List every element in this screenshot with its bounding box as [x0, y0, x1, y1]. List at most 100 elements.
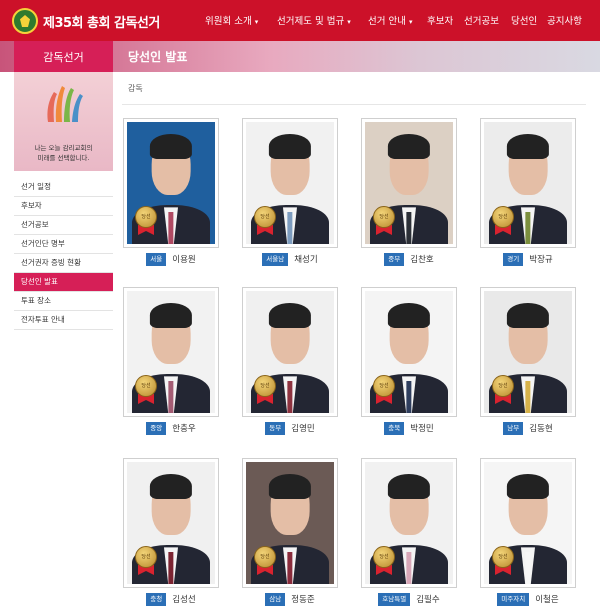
- winner-caption: 동부 김영민: [242, 420, 338, 436]
- winner-card[interactable]: 당선서울남 채성기: [242, 118, 338, 267]
- sidebar-item-electors-list[interactable]: 선거인단 명부: [14, 235, 113, 254]
- winner-card[interactable]: 당선서울 이용원: [123, 118, 219, 267]
- winner-card[interactable]: 당선충북 박정민: [361, 287, 457, 436]
- medal-disc: 당선: [135, 546, 157, 568]
- winner-card[interactable]: 당선충청 김성선: [123, 458, 219, 607]
- site-logo[interactable]: 제35회 총회 감독선거: [12, 6, 160, 36]
- region-badge: 호남특별: [378, 592, 411, 606]
- winner-medal-icon: 당선: [373, 375, 395, 405]
- winner-medal-icon: 당선: [492, 206, 514, 236]
- winner-medal-icon: 당선: [492, 546, 514, 576]
- winner-medal-icon: 당선: [135, 206, 157, 236]
- winner-photo: 당선: [484, 462, 572, 584]
- winner-photo: 당선: [127, 122, 215, 244]
- nav-item-candidates[interactable]: 후보자: [427, 13, 453, 27]
- sidebar-item-winners[interactable]: 당선인 발표: [14, 273, 113, 292]
- region-badge: 서울남: [262, 252, 289, 266]
- winner-medal-icon: 당선: [373, 546, 395, 576]
- winner-caption: 중부 김찬호: [361, 251, 457, 267]
- portrait-tie: [168, 381, 174, 413]
- winner-photo-frame: 당선: [480, 118, 576, 248]
- winner-photo-frame: 당선: [123, 458, 219, 588]
- medal-disc: 당선: [492, 375, 514, 397]
- winner-name: 정동준: [291, 595, 315, 605]
- medal-disc: 당선: [135, 206, 157, 228]
- winner-card[interactable]: 당선경기 박장규: [480, 118, 576, 267]
- winner-photo: 당선: [365, 291, 453, 413]
- sidebar-menu: 선거 일정 후보자 선거공보 선거인단 명부 선거권자 증빙 현황 당선인 발표…: [14, 178, 113, 330]
- winner-caption: 서울 이용원: [123, 251, 219, 267]
- medal-disc: 당선: [135, 375, 157, 397]
- portrait-tie: [287, 381, 293, 413]
- winner-caption: 충북 박정민: [361, 420, 457, 436]
- winner-photo: 당선: [246, 122, 334, 244]
- winner-card[interactable]: 당선동부 김영민: [242, 287, 338, 436]
- portrait-hair: [149, 303, 193, 328]
- sidebar-item-schedule[interactable]: 선거 일정: [14, 178, 113, 197]
- page-title: 당선인 발표: [128, 50, 188, 64]
- portrait-tie: [406, 212, 412, 244]
- medal-disc: 당선: [373, 206, 395, 228]
- portrait-tie: [168, 212, 174, 244]
- winner-name: 김찬호: [410, 255, 434, 265]
- winner-medal-icon: 당선: [254, 375, 276, 405]
- medal-disc: 당선: [254, 206, 276, 228]
- winner-card[interactable]: 당선중부 김찬호: [361, 118, 457, 267]
- logo-text: 제35회 총회 감독선거: [43, 15, 160, 31]
- portrait-tie: [168, 552, 174, 584]
- medal-disc: 당선: [492, 206, 514, 228]
- winner-photo: 당선: [127, 462, 215, 584]
- winner-photo-frame: 당선: [480, 458, 576, 588]
- winner-photo: 당선: [246, 291, 334, 413]
- winner-card[interactable]: 당선중앙 한충우: [123, 287, 219, 436]
- sidebar-item-bulletin[interactable]: 선거공보: [14, 216, 113, 235]
- winner-name: 채성기: [294, 255, 318, 265]
- winner-name: 김필수: [416, 595, 440, 605]
- portrait-hair: [268, 474, 312, 499]
- winner-photo: 당선: [484, 291, 572, 413]
- winner-caption: 미주자치 이철은: [480, 591, 576, 607]
- sidebar-item-candidates[interactable]: 후보자: [14, 197, 113, 216]
- region-badge: 중부: [384, 252, 405, 266]
- winner-photo: 당선: [246, 462, 334, 584]
- portrait-hair: [506, 474, 550, 499]
- emblem-icon: [12, 8, 38, 34]
- sidebar-item-e-voting[interactable]: 전자투표 안내: [14, 311, 113, 330]
- top-navigation-bar: 제35회 총회 감독선거 위원회 소개 ▾ 선거제도 및 법규 ▾ 선거 안내 ▾ 후…: [0, 0, 600, 41]
- winner-card[interactable]: 당선삼남 정동준: [242, 458, 338, 607]
- winner-caption: 삼남 정동준: [242, 591, 338, 607]
- winner-caption: 중앙 한충우: [123, 420, 219, 436]
- winner-card[interactable]: 당선미주자치 이철은: [480, 458, 576, 607]
- portrait-hair: [506, 134, 550, 159]
- nav-item-winners[interactable]: 당선인: [511, 13, 537, 27]
- winner-name: 박장규: [529, 255, 553, 265]
- winner-name: 김동현: [529, 424, 553, 434]
- region-badge: 삼남: [265, 592, 286, 606]
- winner-card[interactable]: 당선 남부 김동현: [480, 287, 576, 436]
- winner-card[interactable]: 당선호남특별 김필수: [361, 458, 457, 607]
- winner-name: 박정민: [410, 424, 434, 434]
- nav-item-election-system[interactable]: 선거제도 및 법규 ▾: [277, 13, 351, 27]
- winner-photo-frame: 당선: [123, 287, 219, 417]
- nav-item-election-bulletin[interactable]: 선거공보: [464, 13, 499, 27]
- sidebar-item-voter-proof[interactable]: 선거권자 증빙 현황: [14, 254, 113, 273]
- portrait-tie: [525, 212, 531, 244]
- raised-hands-icon: [47, 86, 83, 122]
- region-badge: 미주자치: [497, 592, 530, 606]
- portrait-tie: [406, 381, 412, 413]
- region-badge: 동부: [265, 421, 286, 435]
- nav-item-notices[interactable]: 공지사항: [547, 13, 582, 27]
- nav-item-election-guide[interactable]: 선거 안내 ▾: [368, 13, 413, 27]
- nav-item-committee[interactable]: 위원회 소개 ▾: [205, 13, 258, 27]
- sidebar-banner: 나는 오늘 감리교회의 미래를 선택합니다.: [14, 72, 113, 171]
- medal-disc: 당선: [254, 375, 276, 397]
- winner-medal-icon: 당선: [135, 375, 157, 405]
- region-badge: 경기: [503, 252, 524, 266]
- winner-caption: 충청 김성선: [123, 591, 219, 607]
- winner-name: 이용원: [172, 255, 196, 265]
- winner-caption: 호남특별 김필수: [361, 591, 457, 607]
- winner-caption: 경기 박장규: [480, 251, 576, 267]
- sidebar-item-polling-place[interactable]: 투표 장소: [14, 292, 113, 311]
- chevron-down-icon: ▾: [254, 18, 259, 26]
- winner-photo-frame: 당선: [361, 118, 457, 248]
